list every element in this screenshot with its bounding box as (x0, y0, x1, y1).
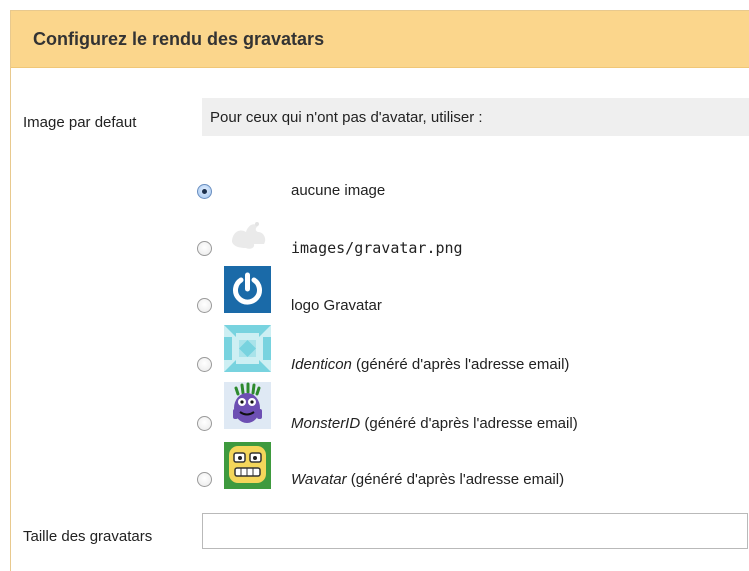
option-monsterid-suffix: (généré d'après l'adresse email) (360, 415, 578, 432)
option-wavatar-name: Wavatar (291, 471, 347, 488)
option-none-label: aucune image (291, 182, 386, 199)
identicon-icon (224, 325, 271, 372)
gravatar-size-input[interactable] (202, 513, 748, 549)
panel-title: Configurez le rendu des gravatars (33, 28, 325, 49)
option-identicon-name: Identicon (291, 356, 352, 373)
default-image-hint: Pour ceux qui n'ont pas d'avatar, utilis… (202, 98, 749, 136)
option-identicon-suffix: (généré d'après l'adresse email) (351, 356, 570, 373)
option-gravatar-logo[interactable]: logo Gravatar (197, 266, 737, 316)
option-identicon-label: Identicon (généré d'après l'adresse emai… (291, 356, 569, 373)
radio-wavatar[interactable] (197, 472, 212, 487)
option-monsterid[interactable]: MonsterID (généré d'après l'adresse emai… (197, 382, 737, 432)
gravatar-logo-icon (224, 266, 271, 313)
option-wavatar[interactable]: Wavatar (généré d'après l'adresse email) (197, 442, 737, 492)
option-gravatar-logo-label: logo Gravatar (291, 297, 382, 314)
option-identicon[interactable]: Identicon (généré d'après l'adresse emai… (197, 323, 737, 373)
radio-local-image[interactable] (197, 241, 212, 256)
radio-identicon[interactable] (197, 357, 212, 372)
option-none[interactable]: aucune image (197, 168, 737, 218)
option-wavatar-suffix: (généré d'après l'adresse email) (346, 471, 565, 488)
radio-monsterid[interactable] (197, 416, 212, 431)
wavatar-icon (224, 442, 271, 489)
option-monsterid-name: MonsterID (291, 415, 361, 432)
default-image-hint-text: Pour ceux qui n'ont pas d'avatar, utilis… (210, 108, 483, 126)
option-monsterid-label: MonsterID (généré d'après l'adresse emai… (291, 415, 578, 432)
option-wavatar-label: Wavatar (généré d'après l'adresse email) (291, 471, 564, 488)
monsterid-icon (224, 382, 271, 429)
radio-gravatar-logo[interactable] (197, 298, 212, 313)
gravatar-size-label: Taille des gravatars (23, 528, 153, 545)
panel-header: Configurez le rendu des gravatars (11, 11, 749, 68)
radio-none[interactable] (197, 184, 212, 199)
option-local-image[interactable]: images/gravatar.png (197, 212, 737, 262)
squirrel-placeholder-icon (224, 212, 271, 259)
default-image-label: Image par defaut (23, 114, 137, 131)
option-local-image-label: images/gravatar.png (291, 239, 463, 257)
